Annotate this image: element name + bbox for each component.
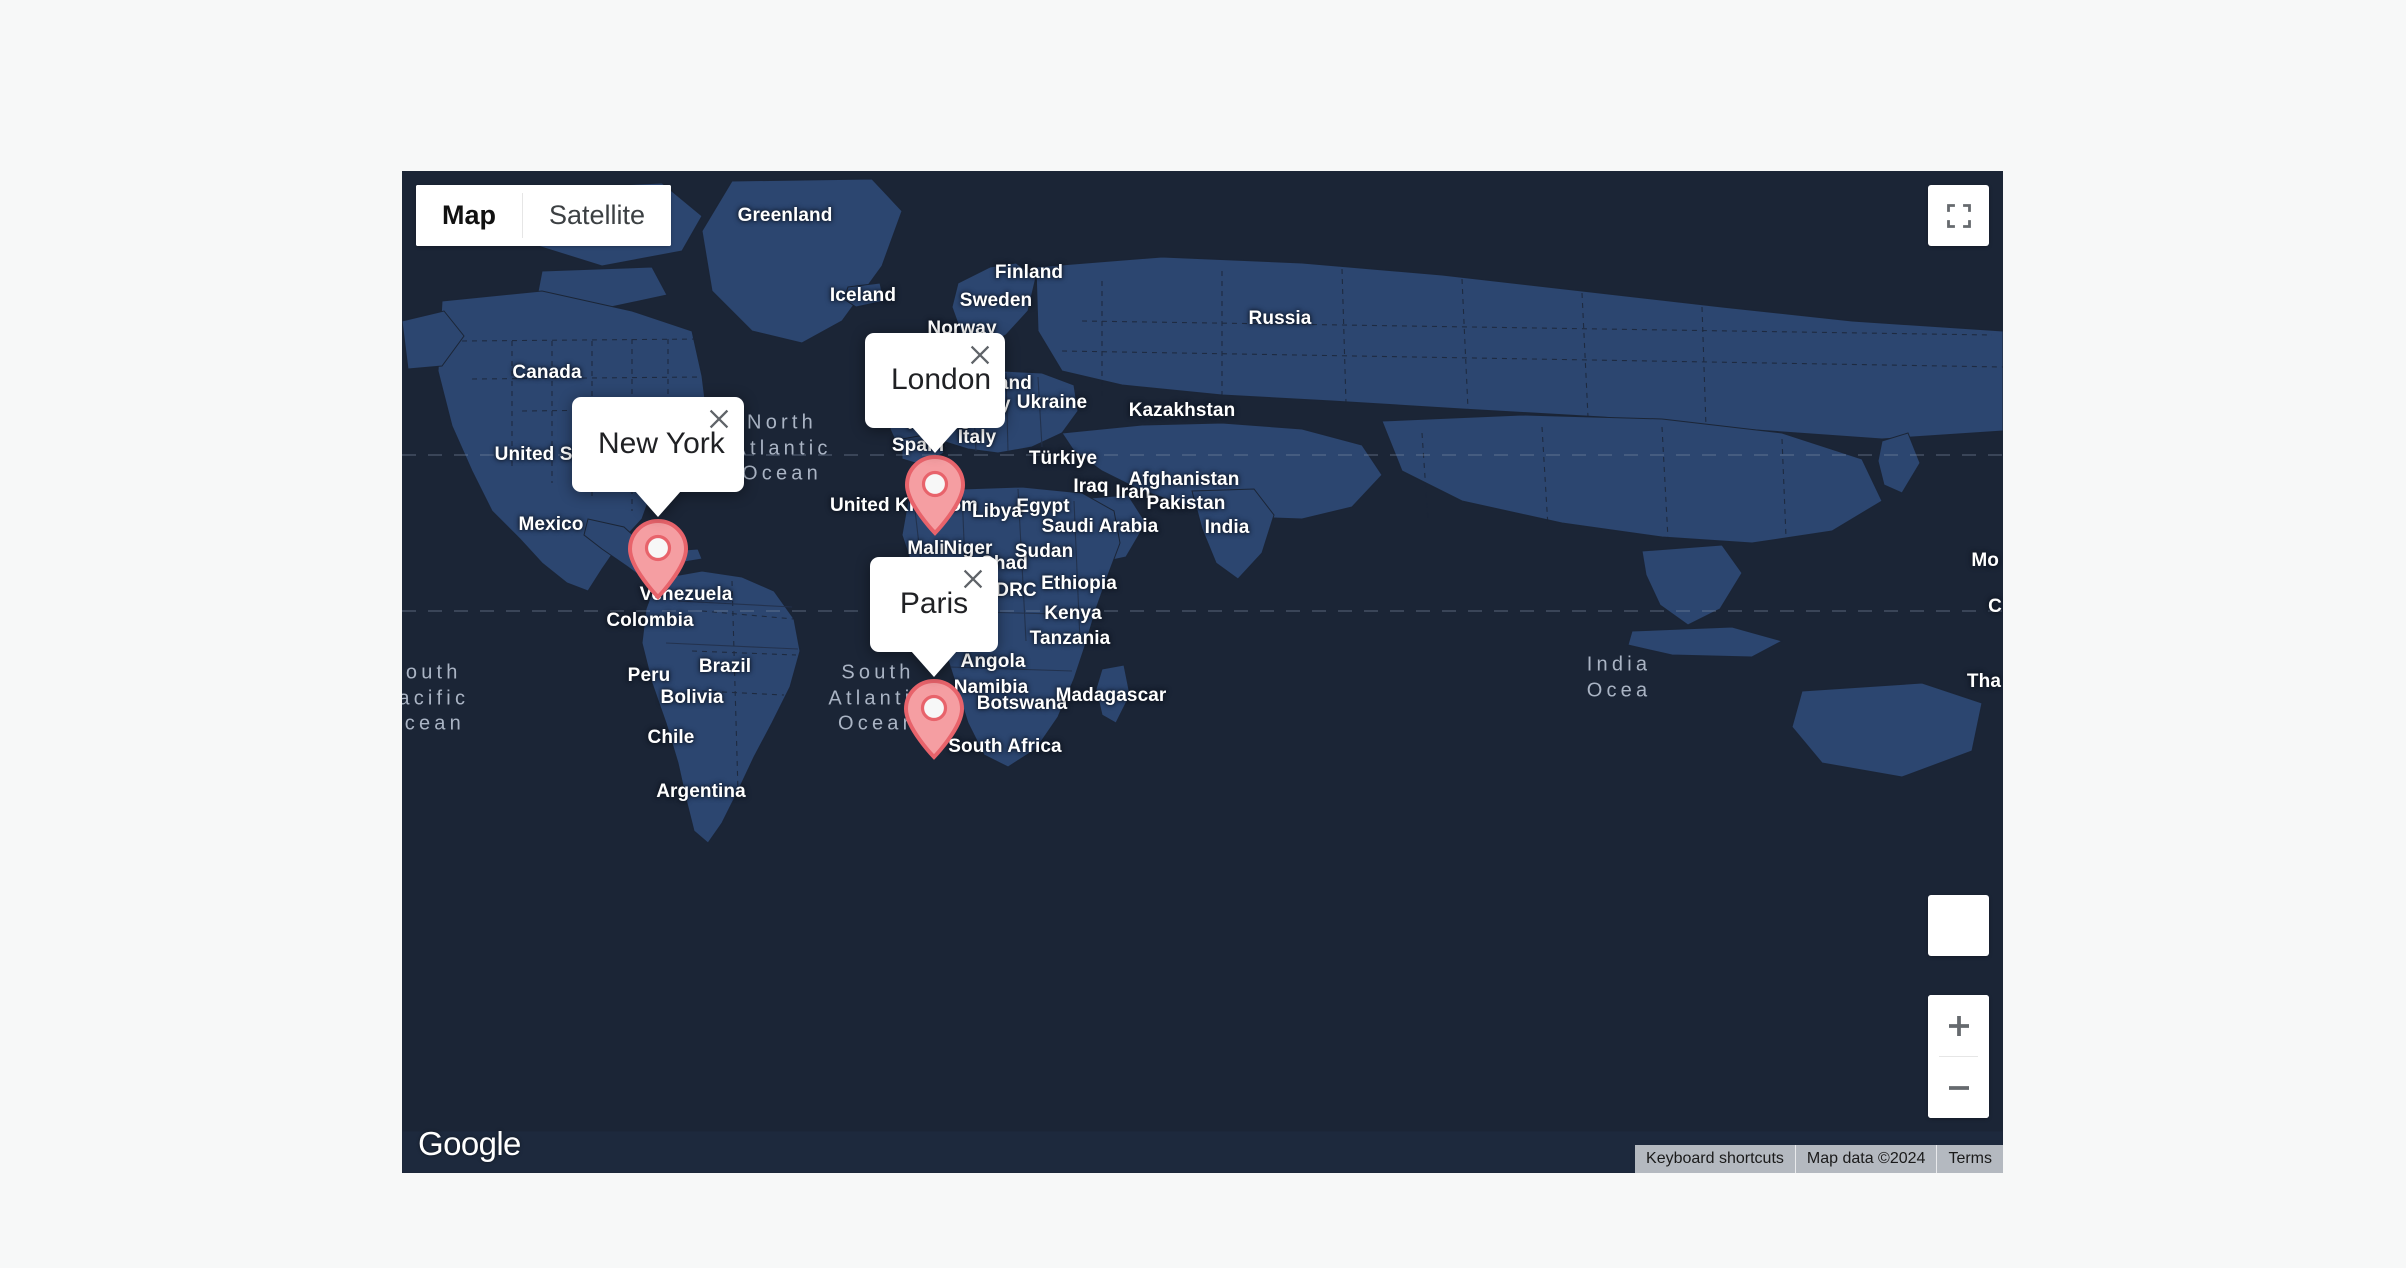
world-map-graphic	[402, 171, 2003, 1173]
page-root: North Pacific Ocean North Atlantic Ocean…	[0, 0, 2406, 1268]
fullscreen-button[interactable]	[1928, 185, 1989, 246]
fullscreen-icon	[1946, 203, 1971, 228]
plus-icon	[1948, 1015, 1969, 1036]
info-window-paris[interactable]: Paris	[870, 557, 998, 678]
attribution-bar: Keyboard shortcuts Map data ©2024 Terms	[1635, 1145, 2003, 1173]
map-marker-new-york[interactable]	[626, 518, 690, 600]
keyboard-shortcuts-link[interactable]: Keyboard shortcuts	[1635, 1145, 1795, 1173]
close-glyph	[963, 569, 983, 589]
info-window-title: New York	[598, 427, 725, 460]
close-icon[interactable]	[966, 341, 994, 369]
info-window-body: New York	[572, 397, 744, 492]
map-pin-icon	[903, 678, 965, 760]
google-logo[interactable]: Google	[418, 1125, 521, 1163]
minus-icon	[1948, 1085, 1969, 1090]
zoom-in-button[interactable]	[1928, 995, 1989, 1056]
map-type-button-satellite[interactable]: Satellite	[523, 185, 672, 246]
close-glyph	[970, 345, 990, 365]
info-window-body: London	[865, 333, 1005, 428]
map-type-button-map[interactable]: Map	[416, 185, 522, 246]
info-window-london[interactable]: London	[865, 333, 1005, 454]
zoom-control[interactable]	[1928, 995, 1989, 1118]
info-window-new-york[interactable]: New York	[572, 397, 744, 518]
info-window-tail	[912, 427, 958, 453]
map-pin-icon	[904, 454, 966, 536]
map-type-control[interactable]: Map Satellite	[416, 185, 672, 246]
close-icon[interactable]	[959, 565, 987, 593]
map-tiles-layer[interactable]: North Pacific Ocean North Atlantic Ocean…	[402, 171, 2003, 1173]
map-marker-london[interactable]	[903, 454, 967, 536]
info-window-body: Paris	[870, 557, 998, 652]
info-window-tail	[911, 651, 957, 677]
close-glyph	[709, 409, 729, 429]
info-window-tail	[635, 491, 681, 517]
map-marker-paris[interactable]	[902, 678, 966, 760]
street-view-control[interactable]	[1928, 895, 1989, 956]
close-icon[interactable]	[705, 405, 733, 433]
terms-link[interactable]: Terms	[1937, 1145, 2003, 1173]
map-container[interactable]: North Pacific Ocean North Atlantic Ocean…	[402, 171, 2003, 1173]
map-pin-icon	[627, 518, 689, 600]
zoom-out-button[interactable]	[1928, 1057, 1989, 1118]
map-data-text: Map data ©2024	[1806, 1150, 1926, 1167]
